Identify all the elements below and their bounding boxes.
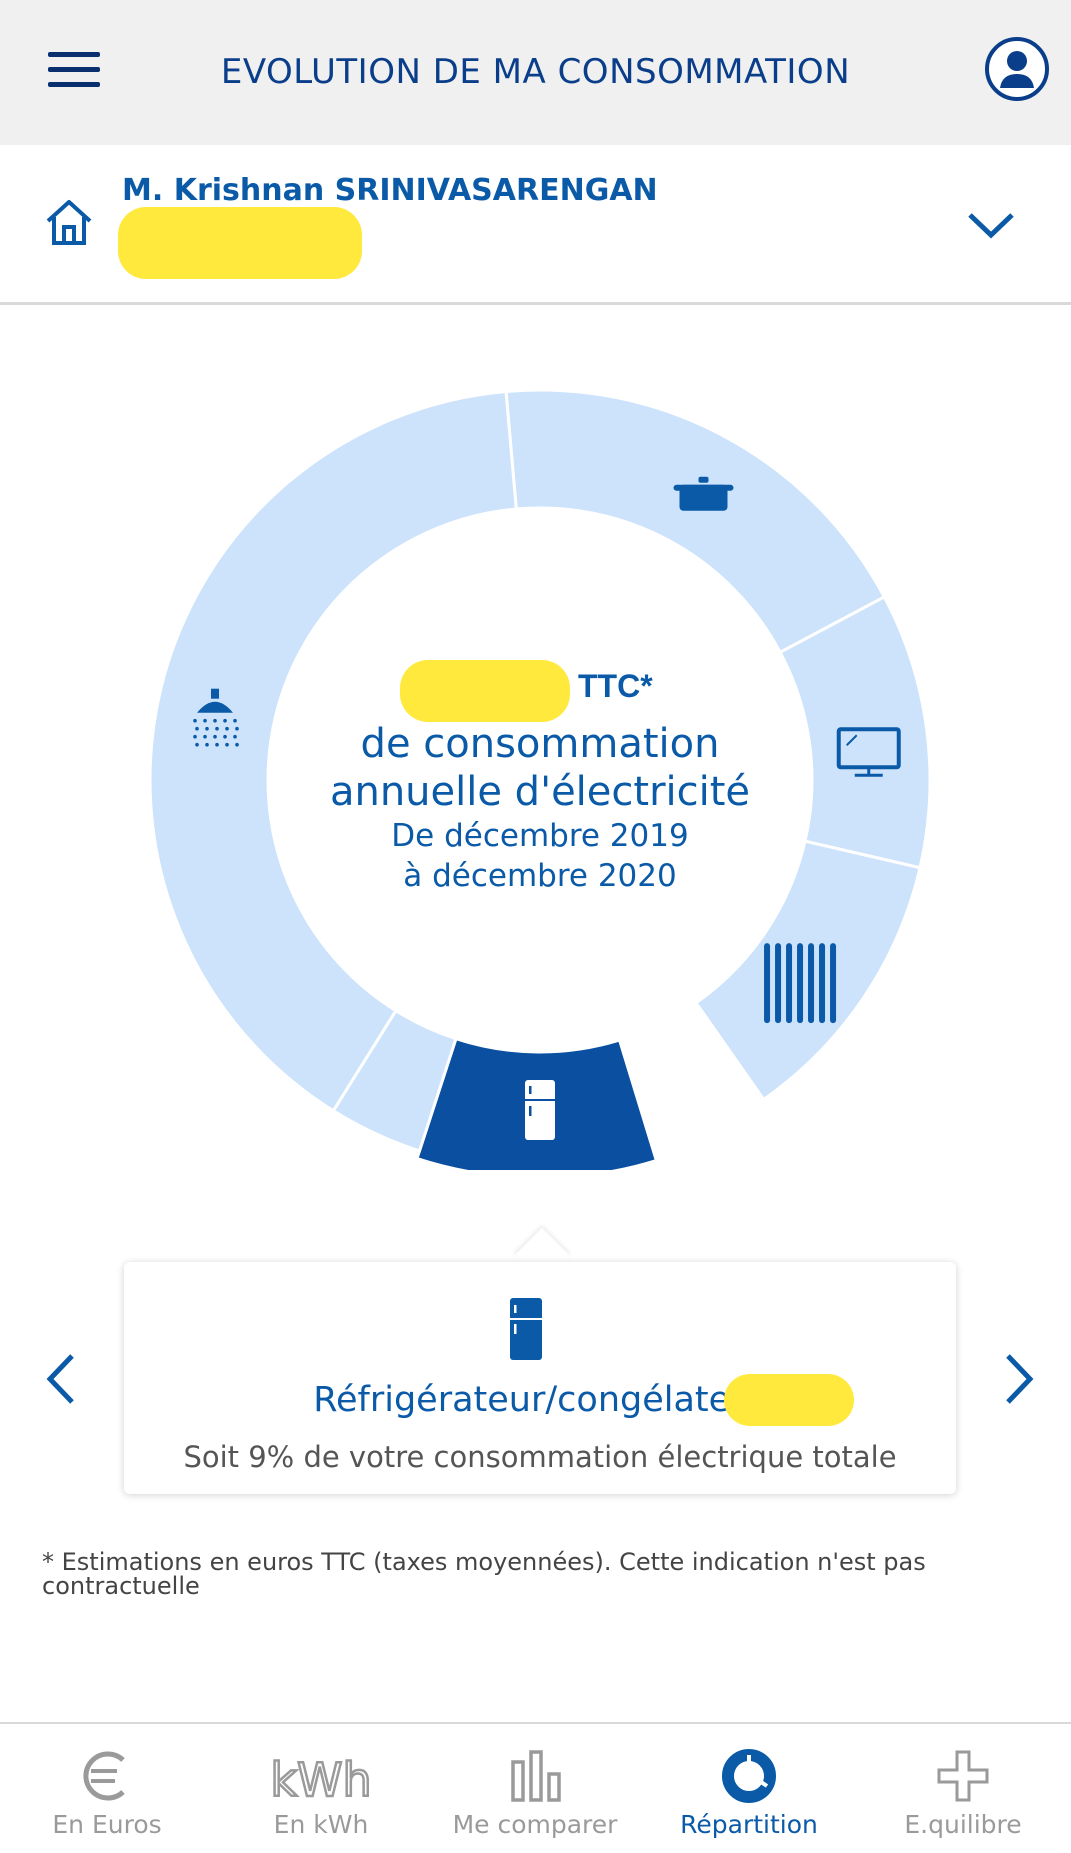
- next-appliance-chevron-right-icon[interactable]: [1000, 1350, 1040, 1408]
- page-title: EVOLUTION DE MA CONSOMMATION: [220, 52, 851, 92]
- hamburger-menu-icon[interactable]: [48, 52, 100, 88]
- plus-icon: [937, 1750, 989, 1802]
- bar-chart-icon: [511, 1750, 561, 1802]
- tab-label: Répartition: [680, 1810, 818, 1839]
- tab-en-kwh[interactable]: kWh En kWh: [214, 1724, 428, 1853]
- redacted-address: [118, 207, 362, 279]
- appliance-share: Soit 9% de votre consommation électrique…: [183, 1440, 897, 1474]
- donut-center-summary: TTC* de consommation annuelle d'électric…: [300, 660, 780, 896]
- summary-line-2: annuelle d'électricité: [329, 769, 751, 815]
- previous-appliance-chevron-left-icon[interactable]: [40, 1350, 80, 1408]
- customer-name: M. Krishnan SRINIVASARENGAN: [122, 173, 658, 208]
- tab-label: E.quilibre: [904, 1810, 1022, 1839]
- home-icon: [46, 200, 92, 245]
- kwh-icon: kWh: [271, 1752, 371, 1806]
- summary-line-1: de consommation: [360, 721, 720, 767]
- account-icon[interactable]: [984, 36, 1050, 102]
- annual-amount: TTC*: [300, 660, 780, 722]
- chevron-down-icon[interactable]: [964, 205, 1018, 245]
- fridge-icon: [510, 1298, 542, 1360]
- redacted-appliance-amount: [724, 1374, 854, 1426]
- donut-segment-cooking-pot-icon[interactable]: [504, 390, 887, 655]
- bottom-tab-bar: En Euros kWh En kWh Me comparer Répartit…: [0, 1722, 1071, 1853]
- top-app-bar: EVOLUTION DE MA CONSOMMATION: [0, 0, 1071, 145]
- period-end: à décembre 2020: [403, 858, 677, 894]
- tab-label: Me comparer: [452, 1810, 618, 1839]
- appliance-detail-card: Réfrigérateur/congélateur Soit 9% de vot…: [124, 1262, 956, 1494]
- tab-equilibre[interactable]: E.quilibre: [856, 1724, 1070, 1853]
- tab-me-comparer[interactable]: Me comparer: [428, 1724, 642, 1853]
- tab-repartition[interactable]: Répartition: [642, 1724, 856, 1853]
- tab-label: En kWh: [273, 1810, 369, 1839]
- euro-icon: [83, 1751, 125, 1801]
- tab-en-euros[interactable]: En Euros: [0, 1724, 214, 1853]
- footnote: * Estimations en euros TTC (taxes moyenn…: [42, 1548, 926, 1600]
- period-start: De décembre 2019: [391, 818, 689, 854]
- fridge-icon: [525, 1080, 555, 1140]
- svg-text:kWh: kWh: [271, 1753, 371, 1806]
- tab-label: En Euros: [52, 1810, 162, 1839]
- redacted-amount: [400, 660, 570, 722]
- ttc-label: TTC*: [578, 668, 653, 704]
- donut-icon: [722, 1749, 776, 1803]
- contract-selector[interactable]: M. Krishnan SRINIVASARENGAN: [0, 145, 1071, 305]
